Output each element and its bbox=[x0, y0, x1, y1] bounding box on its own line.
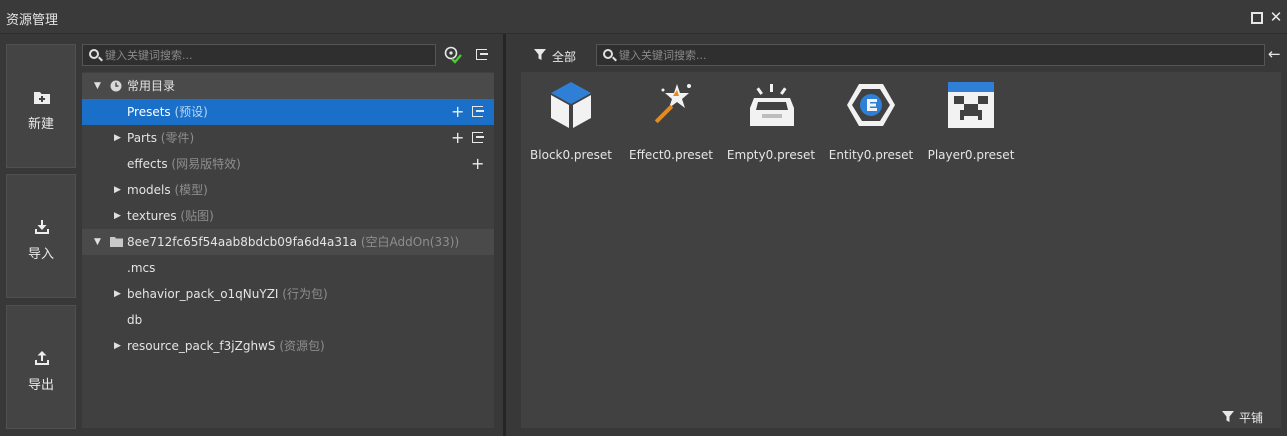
tree-item-presets[interactable]: Presets (预设) + bbox=[82, 99, 494, 125]
add-icon[interactable]: + bbox=[471, 151, 484, 177]
export-button[interactable]: 导出 bbox=[6, 305, 76, 429]
tree-item-name: db bbox=[127, 313, 143, 327]
import-button-label: 导入 bbox=[27, 247, 54, 262]
tree-group-common[interactable]: ▼ 常用目录 bbox=[82, 73, 494, 99]
expand-arrow-icon[interactable]: ▶ bbox=[114, 125, 121, 151]
new-button-label: 新建 bbox=[27, 117, 54, 132]
panel-splitter[interactable] bbox=[503, 34, 506, 436]
tree-item-name: effects bbox=[127, 157, 168, 171]
asset-label: Empty0.preset bbox=[726, 148, 816, 162]
tree-item-parts[interactable]: ▶ Parts (零件) + bbox=[82, 125, 494, 151]
asset-search-input[interactable] bbox=[619, 47, 1254, 63]
tree-item-note: (模型) bbox=[174, 183, 208, 197]
expand-arrow-icon[interactable]: ▼ bbox=[94, 229, 101, 255]
search-icon bbox=[89, 49, 99, 59]
expand-arrow-icon[interactable]: ▶ bbox=[114, 333, 121, 359]
tree-group-project[interactable]: ▼ 8ee712fc65f54aab8bdcb09fa6d4a31a (空白Ad… bbox=[82, 229, 494, 255]
filter-icon bbox=[534, 49, 546, 60]
tree-item-effects[interactable]: effects (网易版特效) + bbox=[82, 151, 494, 177]
project-note: (空白AddOn(33)) bbox=[360, 235, 460, 249]
search-icon bbox=[603, 49, 613, 59]
tree-item-note: (网易版特效) bbox=[171, 157, 241, 171]
tree-item-textures[interactable]: ▶ textures (贴图) bbox=[82, 203, 494, 229]
clock-icon bbox=[110, 80, 122, 92]
tree-item-name: textures bbox=[127, 209, 177, 223]
block-cube-icon bbox=[551, 82, 591, 128]
export-button-label: 导出 bbox=[27, 378, 54, 393]
filter-icon bbox=[1222, 411, 1234, 422]
tree-item-note: (预设) bbox=[174, 105, 208, 119]
project-name: 8ee712fc65f54aab8bdcb09fa6d4a31a bbox=[127, 235, 358, 249]
tree-search-box[interactable] bbox=[82, 44, 436, 66]
window-title: 资源管理 bbox=[6, 13, 59, 28]
player-face-icon bbox=[948, 82, 994, 128]
add-icon[interactable]: + bbox=[451, 99, 464, 125]
collapse-panel-icon[interactable] bbox=[476, 49, 488, 60]
expand-arrow-icon[interactable]: ▼ bbox=[94, 73, 101, 99]
tree-item-mcs[interactable]: .mcs bbox=[82, 255, 494, 281]
empty-tray-icon bbox=[750, 84, 794, 126]
asset-label: Entity0.preset bbox=[828, 148, 914, 162]
asset-label: Effect0.preset bbox=[629, 148, 713, 162]
tree-item-note: (资源包) bbox=[279, 339, 325, 353]
import-button[interactable]: 导入 bbox=[6, 174, 76, 298]
back-arrow-icon[interactable]: ← bbox=[1268, 45, 1281, 63]
tree-item-name: Presets bbox=[127, 105, 171, 119]
expand-arrow-icon[interactable]: ▶ bbox=[114, 177, 121, 203]
tree-item-note: (行为包) bbox=[282, 287, 328, 301]
folder-icon bbox=[110, 237, 123, 247]
asset-search-box[interactable] bbox=[596, 44, 1265, 66]
close-icon[interactable]: ✕ bbox=[1269, 10, 1283, 25]
expand-arrow-icon[interactable]: ▶ bbox=[114, 281, 121, 307]
check-filter-icon[interactable] bbox=[444, 46, 462, 64]
export-item-icon[interactable] bbox=[472, 106, 484, 117]
tree-item-db[interactable]: db bbox=[82, 307, 494, 333]
filter-all-label: 全部 bbox=[552, 50, 577, 64]
add-icon[interactable]: + bbox=[451, 125, 464, 151]
tree-item-resource-pack[interactable]: ▶ resource_pack_f3jZghwS (资源包) bbox=[82, 333, 494, 359]
tree-group-label: 常用目录 bbox=[127, 79, 176, 93]
tree-item-note: (零件) bbox=[160, 131, 195, 145]
tree-item-behavior-pack[interactable]: ▶ behavior_pack_o1qNuYZI (行为包) bbox=[82, 281, 494, 307]
asset-label: Player0.preset bbox=[927, 148, 1015, 162]
tree-item-models[interactable]: ▶ models (模型) bbox=[82, 177, 494, 203]
import-icon bbox=[35, 220, 49, 234]
asset-grid bbox=[521, 72, 1281, 428]
expand-arrow-icon[interactable]: ▶ bbox=[114, 203, 121, 229]
new-folder-icon bbox=[34, 92, 50, 104]
export-item-icon[interactable] bbox=[472, 132, 484, 143]
entity-hexagon-icon bbox=[847, 84, 895, 126]
new-button[interactable]: 新建 bbox=[6, 44, 76, 168]
tree-item-name: behavior_pack_o1qNuYZI bbox=[127, 287, 279, 301]
tree-item-name: resource_pack_f3jZghwS bbox=[127, 339, 276, 353]
title-bar: 资源管理 ✕ bbox=[0, 0, 1287, 34]
asset-label: Block0.preset bbox=[530, 148, 612, 162]
tree-item-name: models bbox=[127, 183, 171, 197]
tree-item-name: .mcs bbox=[127, 261, 156, 275]
tree-item-note: (贴图) bbox=[180, 209, 214, 223]
magic-wand-icon bbox=[654, 84, 691, 124]
tree-item-name: Parts bbox=[127, 131, 157, 145]
maximize-icon[interactable] bbox=[1249, 10, 1263, 24]
tree-search-input[interactable] bbox=[105, 47, 425, 63]
export-icon bbox=[35, 351, 49, 365]
flat-view-label: 平铺 bbox=[1239, 411, 1264, 425]
